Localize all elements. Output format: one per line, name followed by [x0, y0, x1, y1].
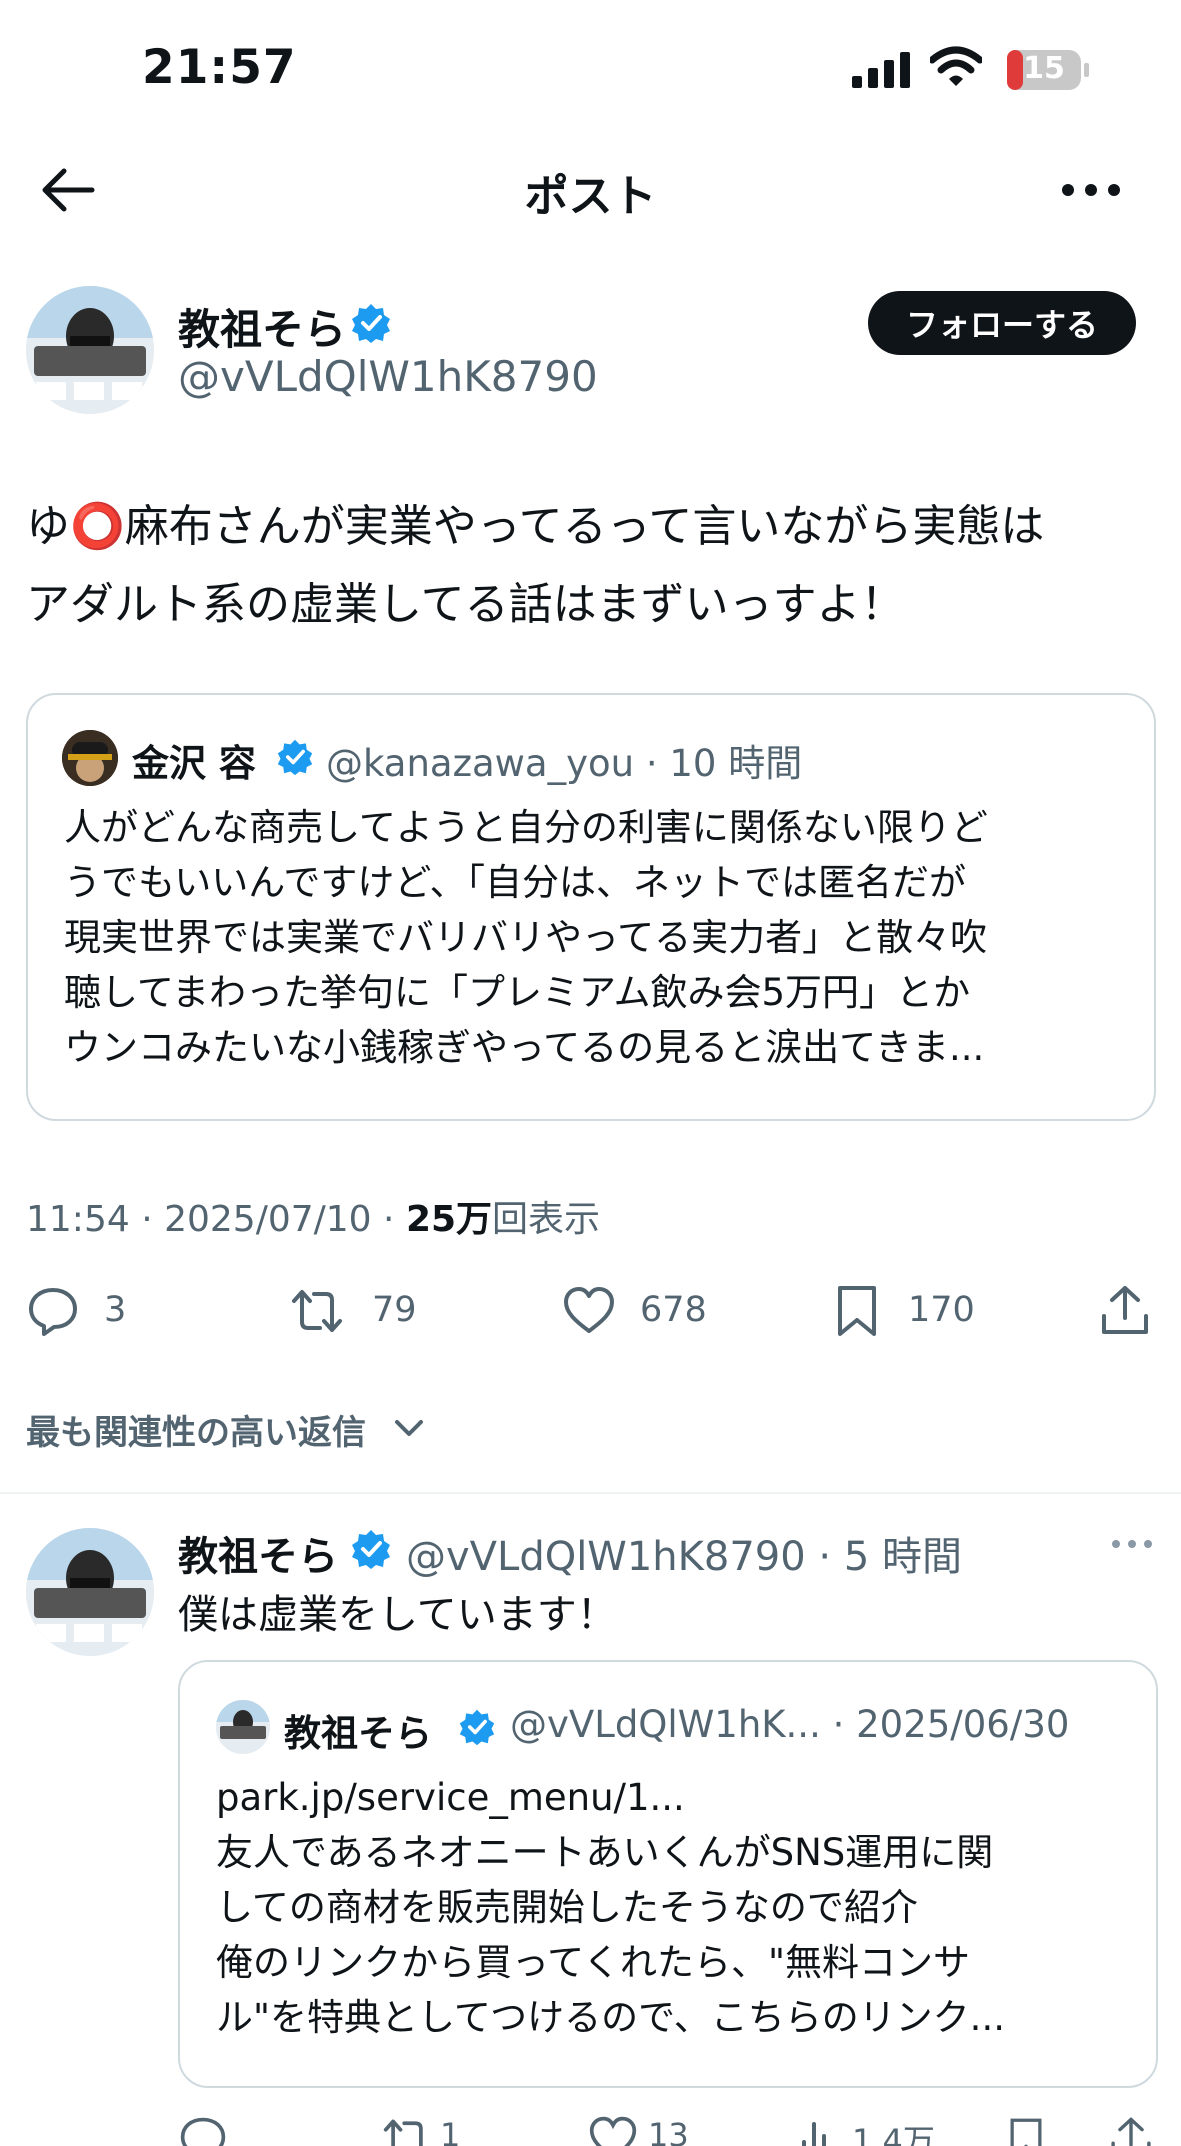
reply-view-count: 1.4万 — [852, 2122, 935, 2146]
view-count: 25万 — [405, 1199, 493, 1240]
reply-repost-count: 1 — [440, 2116, 461, 2146]
reply-time: 5 時間 — [843, 1534, 963, 1580]
reply-author-avatar[interactable] — [26, 1528, 154, 1656]
cellular-signal-icon — [852, 52, 910, 88]
reply-repost-icon[interactable] — [382, 2114, 432, 2146]
status-time: 21:57 — [142, 40, 297, 95]
author-avatar[interactable] — [26, 286, 154, 414]
post-text-line: アダルト系の虚業してる話はまずいっすよ！ — [26, 579, 905, 630]
reply-author-name[interactable]: 教祖そら — [178, 1524, 338, 1582]
quoted-post-time: 10 時間 — [669, 742, 803, 785]
author-handle[interactable]: @vVLdQlW1hK8790 — [178, 352, 598, 401]
quoted-post-text: 人がどんな商売してようと自分の利害に関係ない限りど うでもいいんですけど、「自分… — [64, 806, 988, 1069]
post-date: 2025/07/10 — [164, 1199, 372, 1240]
reply-count: 3 — [104, 1290, 127, 1330]
more-options-icon[interactable] — [1060, 178, 1122, 202]
post-text-line: ゆ⭕️麻布さんが実業やってるって言いながら実態は — [26, 501, 1045, 552]
reply-quoted-author-meta: @vVLdQlW1hK... · 2025/06/30 — [510, 1703, 1070, 1746]
bookmark-icon[interactable] — [830, 1284, 884, 1338]
reply-reply-icon[interactable] — [178, 2114, 228, 2146]
reply-quoted-post-date: 2025/06/30 — [856, 1703, 1070, 1746]
verified-badge-icon — [352, 1530, 390, 1569]
reply-like-count: 13 — [648, 2116, 689, 2146]
bookmark-count: 170 — [908, 1290, 975, 1330]
view-count-suffix: 回表示 — [492, 1199, 601, 1240]
quoted-author-meta: @kanazawa_you · 10 時間 — [326, 742, 803, 785]
quoted-author-handle: @kanazawa_you — [326, 742, 635, 785]
reply-author-handle[interactable]: @vVLdQlW1hK8790 — [406, 1534, 806, 1580]
verified-badge-icon — [277, 739, 313, 776]
post-meta: 11:54 · 2025/07/10 · 25万回表示 — [26, 1199, 601, 1240]
share-icon[interactable] — [1098, 1284, 1152, 1338]
reply-author-meta: @vVLdQlW1hK8790 · 5 時間 — [406, 1534, 963, 1580]
author-name[interactable]: 教祖そら — [178, 296, 346, 357]
battery-level: 15 — [1023, 51, 1065, 86]
verified-badge-icon — [352, 304, 390, 343]
reply-like-heart-icon[interactable] — [588, 2114, 638, 2146]
repost-count: 79 — [372, 1290, 417, 1330]
wifi-icon — [930, 46, 982, 86]
reply-bookmark-icon[interactable] — [1004, 2114, 1048, 2146]
verified-badge-icon — [459, 1709, 495, 1746]
reply-icon[interactable] — [26, 1284, 80, 1338]
like-count: 678 — [640, 1290, 707, 1330]
reply-views-icon[interactable] — [798, 2114, 842, 2146]
post-time: 11:54 — [26, 1199, 130, 1240]
reply-more-icon[interactable] — [1110, 1536, 1154, 1552]
follow-button[interactable]: フォローする — [868, 291, 1136, 355]
page-title: ポスト — [524, 171, 657, 222]
quoted-author-name: 金沢 容 — [132, 742, 256, 785]
post-text: ゆ⭕️麻布さんが実業やってるって言いながら実態は アダルト系の虚業してる話はまず… — [26, 488, 1156, 644]
reply-text: 僕は虚業をしています！ — [178, 1592, 617, 1638]
chevron-down-icon[interactable] — [394, 1416, 424, 1440]
reply-quoted-post-text: park.jp/service_menu/1... 友人であるネオニートあいくん… — [216, 1776, 1005, 2039]
reply-quoted-author-name: 教祖そら — [284, 1712, 432, 1755]
reply-share-icon[interactable] — [1108, 2114, 1154, 2146]
reply-quoted-author-avatar — [216, 1700, 270, 1754]
quoted-author-avatar — [62, 730, 118, 786]
battery-icon: 15 — [1006, 48, 1090, 92]
like-heart-icon[interactable] — [562, 1284, 616, 1338]
repost-icon[interactable] — [290, 1284, 344, 1338]
replies-sort-selector[interactable]: 最も関連性の高い返信 — [26, 1405, 366, 1454]
reply-quoted-author-handle: @vVLdQlW1hK... — [510, 1703, 821, 1746]
divider — [0, 1492, 1181, 1494]
